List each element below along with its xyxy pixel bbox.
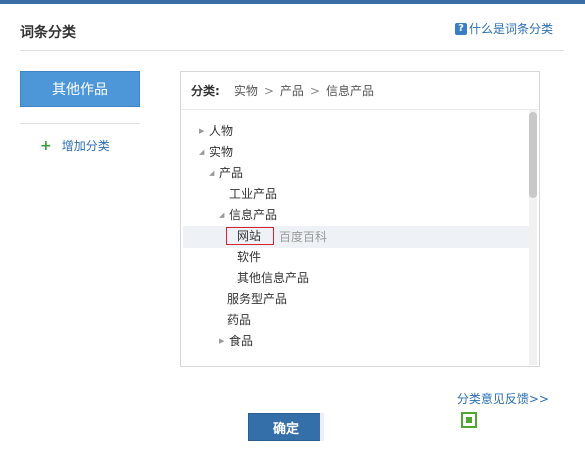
expanded-arrow-icon: ◢: [219, 211, 225, 219]
category-tab-other-works[interactable]: 其他作品: [20, 71, 140, 107]
collapsed-arrow-icon: ▶: [199, 127, 205, 135]
question-icon: ?: [454, 22, 467, 35]
tree-node-food[interactable]: ▶ 食品: [219, 331, 253, 352]
inline-entry-text: 百度百科: [279, 230, 328, 244]
tree-node-info-product[interactable]: ◢ 信息产品: [219, 205, 277, 226]
panel-divider: [181, 109, 539, 110]
expanded-arrow-icon: ◢: [199, 148, 205, 156]
category-panel: 分类: 实物 > 产品 > 信息产品 ▶ 人物 ◢ 实物 ◢ 产品 工业产品 ◢ 信息产…: [180, 71, 540, 367]
tree-node-industrial-product[interactable]: 工业产品: [229, 184, 277, 205]
collapsed-arrow-icon: ▶: [219, 337, 225, 345]
top-accent-bar: [0, 0, 585, 4]
sidebar-divider: [20, 123, 140, 124]
tree-node-other-info-product[interactable]: 其他信息产品: [237, 268, 309, 289]
tree-node-product[interactable]: ◢ 产品: [209, 163, 243, 184]
expanded-arrow-icon: ◢: [209, 169, 215, 177]
breadcrumb-item: 实物: [233, 84, 258, 98]
confirm-button[interactable]: 确定: [248, 413, 324, 441]
breadcrumb: 分类: 实物 > 产品 > 信息产品: [191, 82, 374, 99]
tree-node-medicine[interactable]: 药品: [227, 310, 251, 331]
plus-icon: +: [40, 137, 52, 154]
breadcrumb-label: 分类:: [191, 84, 220, 98]
scrollbar-thumb[interactable]: [529, 112, 537, 198]
help-link-label: 什么是词条分类: [468, 22, 553, 36]
breadcrumb-item: 产品: [279, 84, 304, 98]
add-category-label: 增加分类: [61, 139, 110, 153]
page-title: 词条分类: [20, 25, 76, 41]
header-divider: [20, 50, 564, 51]
help-link[interactable]: ? 什么是词条分类: [454, 20, 553, 37]
breadcrumb-separator: >: [263, 83, 274, 98]
add-category-button[interactable]: + 增加分类: [40, 137, 110, 154]
tree-node-object[interactable]: ◢ 实物: [199, 142, 233, 163]
watermark-fade: [320, 405, 585, 455]
tree-node-service-product[interactable]: 服务型产品: [227, 289, 287, 310]
tree-node-website[interactable]: 网站: [237, 226, 261, 247]
watermark-logo-icon: [461, 412, 477, 428]
breadcrumb-separator: >: [309, 83, 320, 98]
breadcrumb-item: 信息产品: [325, 84, 374, 98]
tree-node-people[interactable]: ▶ 人物: [199, 121, 233, 142]
tree-node-software[interactable]: 软件: [237, 247, 261, 268]
